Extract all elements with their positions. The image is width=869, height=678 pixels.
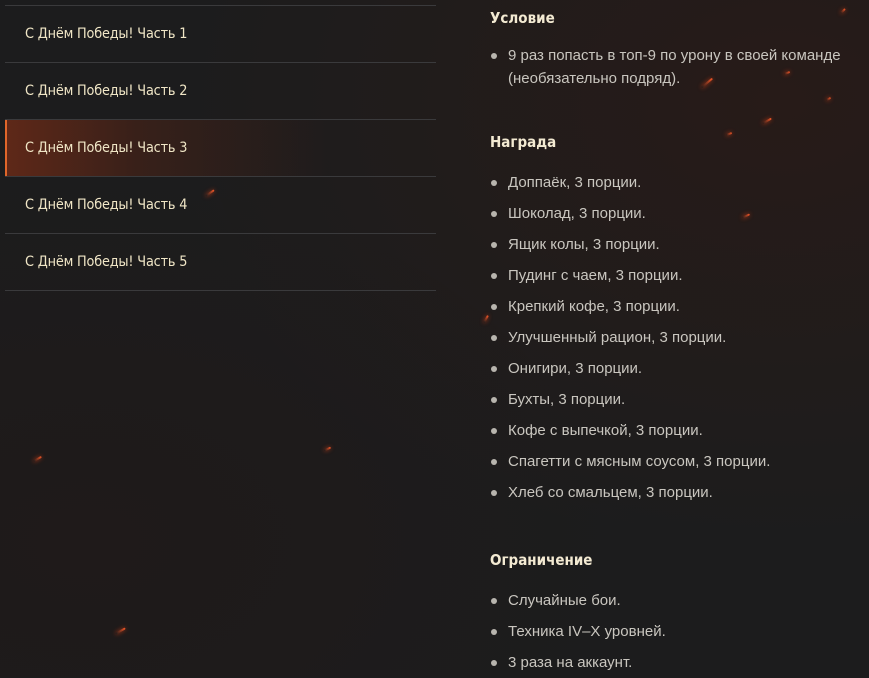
sidebar-item-label: С Днём Победы! Часть 4 <box>25 197 188 213</box>
limit-list: Случайные бои. Техника IV–X уровней. 3 р… <box>490 585 869 678</box>
bullet-icon <box>491 211 497 217</box>
list-item: Бухты, 3 порции. <box>490 384 869 415</box>
bullet-icon <box>491 53 497 59</box>
list-item: Крепкий кофе, 3 порции. <box>490 291 869 322</box>
list-item: Хлеб со смальцем, 3 порции. <box>490 477 869 508</box>
list-item: Кофе с выпечкой, 3 порции. <box>490 415 869 446</box>
list-item: Онигири, 3 порции. <box>490 353 869 384</box>
sidebar-item-part-5[interactable]: С Днём Победы! Часть 5 <box>5 234 436 291</box>
bullet-icon <box>491 366 497 372</box>
sidebar-item-label: С Днём Победы! Часть 1 <box>25 26 188 42</box>
condition-text-line-1: 9 раз попасть в топ-9 по урону в своей к… <box>508 47 841 64</box>
reward-item: Хлеб со смальцем, 3 порции. <box>508 484 713 501</box>
list-item: Шоколад, 3 порции. <box>490 198 869 229</box>
list-item: Случайные бои. <box>490 585 869 616</box>
bullet-icon <box>491 242 497 248</box>
limit-item: Техника IV–X уровней. <box>508 623 666 640</box>
sidebar-item-part-2[interactable]: С Днём Победы! Часть 2 <box>5 63 436 120</box>
limit-title: Ограничение <box>490 551 593 569</box>
bullet-icon <box>491 397 497 403</box>
sidebar-item-label: С Днём Победы! Часть 5 <box>25 254 188 270</box>
bullet-icon <box>491 304 497 310</box>
sidebar-item-part-4[interactable]: С Днём Победы! Часть 4 <box>5 177 436 234</box>
reward-item: Кофе с выпечкой, 3 порции. <box>508 422 703 439</box>
reward-item: Онигири, 3 порции. <box>508 360 643 377</box>
reward-item: Спагетти с мясным соусом, 3 порции. <box>508 453 771 470</box>
sidebar: С Днём Победы! Часть 1 С Днём Победы! Ча… <box>5 5 436 291</box>
bullet-icon <box>491 660 497 666</box>
condition-text-line-2: (необязательно подряд). <box>508 70 681 87</box>
list-item: Техника IV–X уровней. <box>490 616 869 647</box>
bullet-icon <box>491 629 497 635</box>
bullet-icon <box>491 459 497 465</box>
list-item: Пудинг с чаем, 3 порции. <box>490 260 869 291</box>
reward-item: Крепкий кофе, 3 порции. <box>508 298 680 315</box>
reward-item: Пудинг с чаем, 3 порции. <box>508 267 683 284</box>
bullet-icon <box>491 490 497 496</box>
sidebar-item-label: С Днём Победы! Часть 2 <box>25 83 188 99</box>
limit-item: Случайные бои. <box>508 592 621 609</box>
bullet-icon <box>491 180 497 186</box>
bullet-icon <box>491 598 497 604</box>
list-item: Доппаёк, 3 порции. <box>490 167 869 198</box>
list-item: Спагетти с мясным соусом, 3 порции. <box>490 446 869 477</box>
sidebar-item-label: С Днём Победы! Часть 3 <box>25 140 188 156</box>
sidebar-item-part-3[interactable]: С Днём Победы! Часть 3 <box>5 120 436 177</box>
reward-item: Ящик колы, 3 порции. <box>508 236 660 253</box>
list-item: 9 раз попасть в топ-9 по урону в своей к… <box>490 44 869 90</box>
condition-title: Условие <box>490 9 555 27</box>
bullet-icon <box>491 428 497 434</box>
list-item: Улучшенный рацион, 3 порции. <box>490 322 869 353</box>
reward-title: Награда <box>490 133 557 151</box>
reward-item: Шоколад, 3 порции. <box>508 205 646 222</box>
reward-item: Улучшенный рацион, 3 порции. <box>508 329 727 346</box>
list-item: Ящик колы, 3 порции. <box>490 229 869 260</box>
list-item: 3 раза на аккаунт. <box>490 647 869 678</box>
bullet-icon <box>491 273 497 279</box>
bullet-icon <box>491 335 497 341</box>
reward-item: Доппаёк, 3 порции. <box>508 174 642 191</box>
mission-details: Условие 9 раз попасть в топ-9 по урону в… <box>490 0 869 678</box>
limit-item: 3 раза на аккаунт. <box>508 654 633 671</box>
reward-list: Доппаёк, 3 порции. Шоколад, 3 порции. Ящ… <box>490 167 869 508</box>
condition-list: 9 раз попасть в топ-9 по урону в своей к… <box>490 44 869 90</box>
reward-item: Бухты, 3 порции. <box>508 391 626 408</box>
sidebar-item-part-1[interactable]: С Днём Победы! Часть 1 <box>5 5 436 63</box>
